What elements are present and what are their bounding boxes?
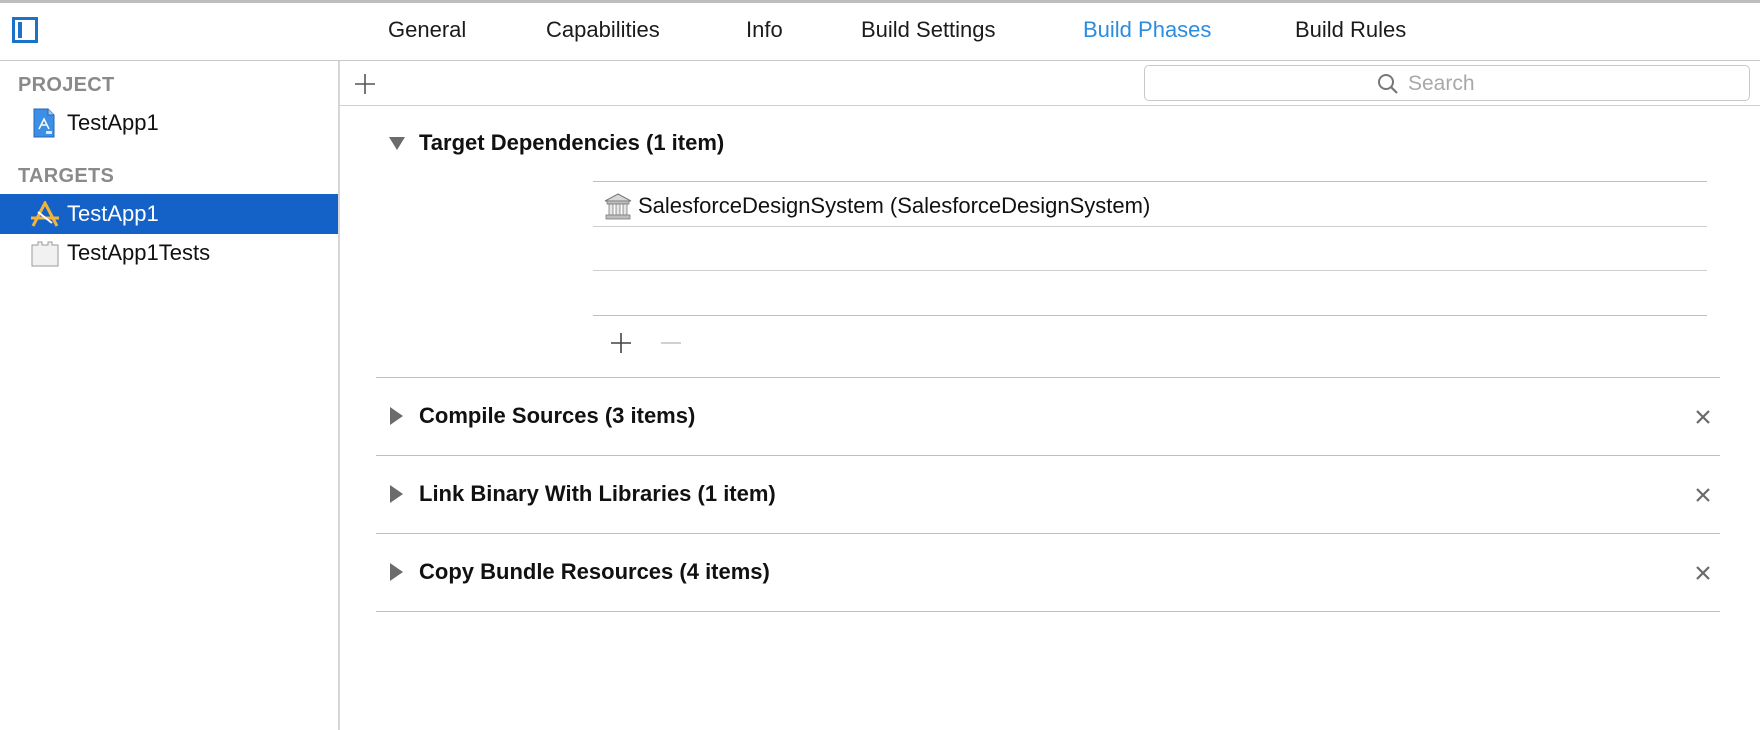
sidebar-item-project[interactable]: TestApp1 bbox=[0, 103, 338, 143]
search-placeholder: Search bbox=[1408, 72, 1475, 95]
phase-title: Compile Sources (3 items) bbox=[419, 403, 696, 428]
sidebar-item-target-testapp1[interactable]: TestApp1 bbox=[0, 194, 338, 234]
phase-title: Target Dependencies (1 item) bbox=[419, 130, 725, 155]
test-bundle-icon bbox=[31, 241, 59, 267]
row-separator bbox=[593, 270, 1707, 271]
remove-dependency-minus-icon[interactable] bbox=[659, 331, 683, 355]
dependency-row[interactable]: SalesforceDesignSystem (SalesforceDesign… bbox=[593, 187, 1707, 225]
phase-title: Link Binary With Libraries (1 item) bbox=[419, 481, 776, 506]
tab-build-phases[interactable]: Build Phases bbox=[1083, 16, 1211, 44]
framework-icon bbox=[604, 193, 632, 220]
phase-header-target-dependencies[interactable]: Target Dependencies (1 item) bbox=[376, 124, 1726, 164]
project-target-sidebar bbox=[0, 61, 340, 730]
phase-divider bbox=[376, 533, 1720, 534]
phase-header-copy-bundle-resources[interactable]: Copy Bundle Resources (4 items) bbox=[376, 553, 1726, 593]
plus-icon[interactable] bbox=[353, 72, 377, 96]
phase-divider bbox=[376, 377, 1720, 378]
disclosure-triangle-collapsed-icon[interactable] bbox=[388, 406, 404, 426]
app-target-icon bbox=[31, 201, 59, 227]
tab-info[interactable]: Info bbox=[746, 16, 783, 44]
tab-capabilities[interactable]: Capabilities bbox=[546, 16, 660, 44]
delete-phase-icon[interactable] bbox=[1693, 563, 1713, 583]
row-separator bbox=[593, 226, 1707, 227]
tab-build-settings[interactable]: Build Settings bbox=[861, 16, 996, 44]
disclosure-triangle-expanded-icon[interactable] bbox=[388, 135, 406, 151]
disclosure-triangle-collapsed-icon[interactable] bbox=[388, 484, 404, 504]
xcodeproj-file-icon bbox=[33, 108, 55, 138]
sidebar-item-label: TestApp1Tests bbox=[67, 240, 211, 265]
delete-phase-icon[interactable] bbox=[1693, 485, 1713, 505]
dependency-label: SalesforceDesignSystem (SalesforceDesign… bbox=[638, 193, 1151, 218]
phase-header-link-binary[interactable]: Link Binary With Libraries (1 item) bbox=[376, 475, 1726, 515]
phase-title: Copy Bundle Resources (4 items) bbox=[419, 559, 770, 584]
sidebar-item-target-testapp1tests[interactable]: TestApp1Tests bbox=[0, 233, 338, 273]
targets-section-header: TARGETS bbox=[18, 165, 115, 187]
dependency-list-bottom-border bbox=[593, 315, 1707, 316]
phase-divider bbox=[376, 611, 1720, 612]
tab-build-rules[interactable]: Build Rules bbox=[1295, 16, 1406, 44]
sidebar-item-label: TestApp1 bbox=[67, 201, 159, 226]
disclosure-triangle-collapsed-icon[interactable] bbox=[388, 562, 404, 582]
phase-header-compile-sources[interactable]: Compile Sources (3 items) bbox=[376, 397, 1726, 437]
tab-general[interactable]: General bbox=[388, 16, 466, 44]
delete-phase-icon[interactable] bbox=[1693, 407, 1713, 427]
phase-divider bbox=[376, 455, 1720, 456]
dependency-list-top-border bbox=[593, 181, 1707, 182]
navigator-toggle-icon[interactable] bbox=[12, 17, 38, 43]
magnifier-icon bbox=[1378, 74, 1398, 94]
sidebar-item-label: TestApp1 bbox=[67, 110, 159, 135]
project-section-header: PROJECT bbox=[18, 74, 115, 96]
add-dependency-plus-icon[interactable] bbox=[609, 331, 633, 355]
